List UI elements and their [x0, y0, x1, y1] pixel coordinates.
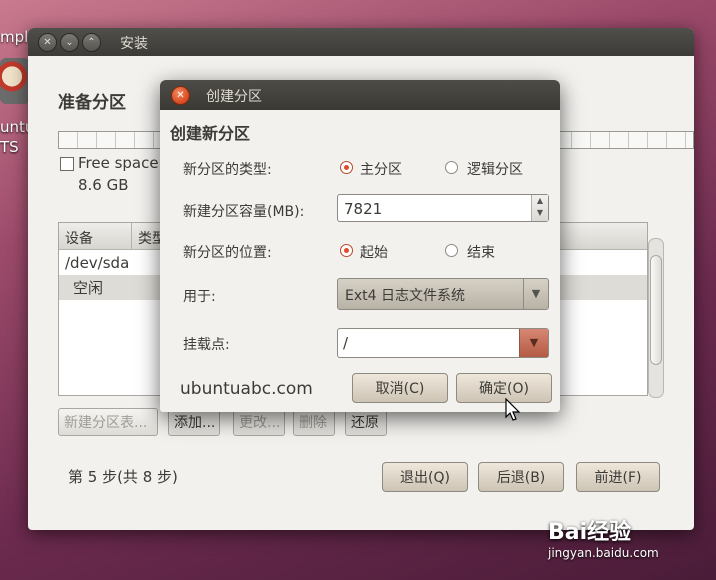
- baidu-logo: Bai经验: [548, 520, 632, 545]
- radio-start[interactable]: [340, 244, 353, 257]
- radio-logical[interactable]: [445, 161, 458, 174]
- add-button[interactable]: 添加...: [168, 408, 220, 436]
- radio-primary-label[interactable]: 主分区: [360, 159, 402, 179]
- radio-start-label[interactable]: 起始: [360, 242, 388, 262]
- create-partition-dialog: ✕ 创建分区 创建新分区 新分区的类型: 主分区 逻辑分区 新建分区容量(MB)…: [160, 80, 560, 412]
- quit-button[interactable]: 退出(Q): [382, 462, 468, 492]
- delete-button[interactable]: 删除: [293, 408, 335, 436]
- radio-end[interactable]: [445, 244, 458, 257]
- radio-logical-label[interactable]: 逻辑分区: [467, 159, 523, 179]
- maximize-icon[interactable]: ⌃: [82, 33, 101, 52]
- new-partition-table-button[interactable]: 新建分区表...: [58, 408, 158, 436]
- close-icon[interactable]: ✕: [171, 86, 190, 105]
- free-space-size: 8.6 GB: [78, 176, 129, 194]
- radio-primary[interactable]: [340, 161, 353, 174]
- partition-type-label: 新分区的类型:: [183, 162, 272, 178]
- scrollbar[interactable]: [648, 238, 664, 398]
- filesystem-select[interactable]: Ext4 日志文件系统 ▼: [337, 278, 549, 310]
- watermark-text: ubuntuabc.com: [180, 379, 313, 399]
- free-space-swatch: [60, 157, 74, 171]
- partition-size-value[interactable]: 7821: [344, 200, 382, 218]
- close-icon[interactable]: ✕: [38, 33, 57, 52]
- chevron-down-icon[interactable]: ▼: [523, 279, 548, 309]
- scroll-thumb[interactable]: [650, 255, 662, 365]
- window-titlebar[interactable]: ✕ ⌄ ⌃ 安装: [28, 28, 694, 56]
- baidu-url: jingyan.baidu.com: [548, 546, 659, 560]
- mount-point-combo[interactable]: / ▼: [337, 328, 549, 358]
- minimize-icon[interactable]: ⌄: [60, 33, 79, 52]
- ok-button[interactable]: 确定(O): [456, 373, 552, 403]
- use-as-label: 用于:: [183, 289, 216, 305]
- dialog-heading: 创建新分区: [170, 124, 251, 143]
- dialog-titlebar[interactable]: ✕ 创建分区: [160, 80, 560, 110]
- dialog-title: 创建分区: [206, 89, 262, 105]
- partition-location-label: 新分区的位置:: [183, 245, 272, 261]
- mouse-cursor-icon: [505, 398, 521, 421]
- window-title: 安装: [120, 36, 148, 52]
- chevron-down-icon[interactable]: ▼: [519, 329, 548, 357]
- desktop-icon-label-3: TS: [0, 138, 19, 156]
- back-button[interactable]: 后退(B): [478, 462, 564, 492]
- page-title: 准备分区: [58, 93, 126, 113]
- mount-point-label: 挂载点:: [183, 337, 230, 353]
- mount-point-value[interactable]: /: [343, 334, 348, 352]
- radio-end-label[interactable]: 结束: [467, 242, 495, 262]
- step-indicator: 第 5 步(共 8 步): [68, 468, 178, 486]
- col-device[interactable]: 设备: [59, 223, 132, 249]
- free-space-label: Free space: [78, 154, 159, 172]
- partition-size-spinner[interactable]: 7821 ▲ ▼: [337, 194, 549, 222]
- desktop-install-icon[interactable]: [0, 58, 30, 104]
- cancel-button[interactable]: 取消(C): [352, 373, 448, 403]
- change-button[interactable]: 更改...: [233, 408, 285, 436]
- filesystem-value[interactable]: Ext4 日志文件系统: [345, 285, 465, 305]
- revert-button[interactable]: 还原: [345, 408, 387, 436]
- forward-button[interactable]: 前进(F): [576, 462, 660, 492]
- partition-size-label: 新建分区容量(MB):: [183, 204, 305, 220]
- spin-arrows-icon[interactable]: ▲ ▼: [531, 195, 548, 221]
